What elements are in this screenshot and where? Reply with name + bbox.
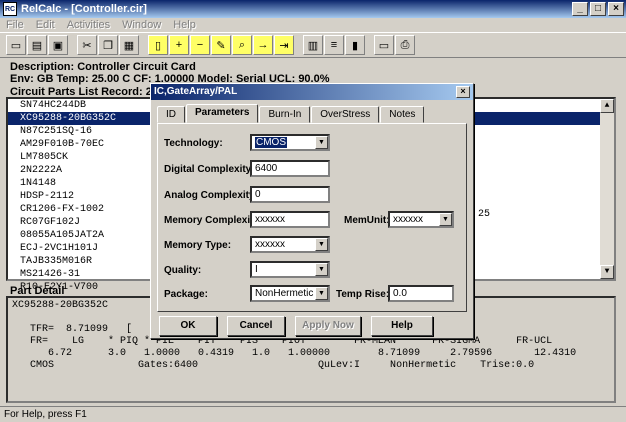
- delete-record-icon[interactable]: −: [190, 35, 210, 55]
- app-icon: RC: [3, 2, 17, 16]
- save-icon[interactable]: ▣: [48, 35, 68, 55]
- report-icon[interactable]: ≡: [324, 35, 344, 55]
- dialog-close-button[interactable]: ×: [456, 86, 470, 98]
- status-bar: For Help, press F1: [0, 406, 626, 422]
- memory-type-value: xxxxxx: [255, 239, 285, 250]
- apply-now-button[interactable]: Apply Now: [295, 316, 361, 336]
- quality-label: Quality:: [164, 265, 202, 276]
- chevron-down-icon[interactable]: ▼: [439, 213, 452, 226]
- memunit-label: MemUnit:: [344, 215, 390, 226]
- list-scrollbar[interactable]: ▲ ▼: [600, 99, 614, 279]
- chevron-down-icon[interactable]: ▼: [315, 136, 328, 149]
- cut-icon[interactable]: ✂: [77, 35, 97, 55]
- quality-select[interactable]: I ▼: [250, 261, 330, 278]
- chevron-down-icon[interactable]: ▼: [315, 263, 328, 276]
- ok-button[interactable]: OK: [159, 316, 217, 336]
- calculator-icon[interactable]: ▥: [303, 35, 323, 55]
- tab-overstress[interactable]: OverStress: [311, 106, 380, 123]
- menu-bar: File Edit Activities Window Help: [0, 18, 626, 32]
- memunit-select[interactable]: xxxxxx ▼: [388, 211, 454, 228]
- export-icon[interactable]: ⇥: [274, 35, 294, 55]
- window-title: RelCalc - [Controller.cir]: [21, 3, 147, 15]
- list-hidden-text: 25: [478, 209, 491, 220]
- main-window: RC RelCalc - [Controller.cir] _ □ × File…: [0, 0, 626, 422]
- edit-record-icon[interactable]: ✎: [211, 35, 231, 55]
- circuit-info: Description: Controller Circuit Card Env…: [10, 61, 330, 85]
- tab-burn-in[interactable]: Burn-In: [259, 106, 311, 123]
- analog-complexity-label: Analog Complexity:: [164, 190, 258, 201]
- tab-id[interactable]: ID: [157, 106, 185, 123]
- menu-file[interactable]: File: [0, 19, 30, 31]
- dialog-title: IC,GateArray/PAL: [151, 84, 473, 100]
- technology-label: Technology:: [164, 138, 223, 149]
- monitor-icon[interactable]: ▭: [374, 35, 394, 55]
- memory-complexity-label: Memory Complexity:: [164, 215, 263, 226]
- find-icon[interactable]: ⌕: [232, 35, 252, 55]
- open-folder-icon[interactable]: ▤: [27, 35, 47, 55]
- new-file-icon[interactable]: ▭: [6, 35, 26, 55]
- quality-value: I: [255, 264, 258, 275]
- digital-complexity-label: Digital Complexity:: [164, 164, 255, 175]
- scroll-down-icon[interactable]: ▼: [600, 265, 614, 279]
- menu-edit[interactable]: Edit: [30, 19, 61, 31]
- menu-help[interactable]: Help: [167, 19, 202, 31]
- description-text: Description: Controller Circuit Card: [10, 61, 196, 73]
- gatearray-dialog: IC,GateArray/PAL × ID Parameters Burn-In…: [150, 83, 474, 339]
- technology-value: CMOS: [255, 137, 287, 148]
- paste-icon[interactable]: ▦: [119, 35, 139, 55]
- memory-type-label: Memory Type:: [164, 240, 232, 251]
- help-button[interactable]: Help: [371, 316, 433, 336]
- memory-complexity-input[interactable]: xxxxxx: [250, 211, 330, 228]
- maximize-button[interactable]: □: [590, 2, 606, 16]
- minimize-button[interactable]: _: [572, 2, 588, 16]
- chevron-down-icon[interactable]: ▼: [315, 287, 328, 300]
- temp-rise-input[interactable]: 0.0: [388, 285, 454, 302]
- dialog-tabs: ID Parameters Burn-In OverStress Notes: [157, 104, 425, 123]
- scroll-up-icon[interactable]: ▲: [600, 99, 614, 113]
- goto-icon[interactable]: →: [253, 35, 273, 55]
- menu-window[interactable]: Window: [116, 19, 167, 31]
- menu-activities[interactable]: Activities: [61, 19, 116, 31]
- title-bar: RC RelCalc - [Controller.cir] _ □ ×: [0, 0, 626, 18]
- print-icon[interactable]: ⎙: [395, 35, 415, 55]
- package-label: Package:: [164, 289, 208, 300]
- detail-line: CMOS Gates:6400 QuLev:I NonHermetic Tris…: [12, 360, 535, 371]
- analog-complexity-input[interactable]: 0: [250, 186, 330, 203]
- cancel-button[interactable]: Cancel: [227, 316, 285, 336]
- memory-type-select[interactable]: xxxxxx ▼: [250, 236, 330, 253]
- add-record-icon[interactable]: +: [169, 35, 189, 55]
- copy-icon[interactable]: ❐: [98, 35, 118, 55]
- detail-line: 6.72 3.0 1.0000 0.4319 1.0 1.00000 8.710…: [12, 348, 577, 359]
- record-icon[interactable]: ▯: [148, 35, 168, 55]
- toolbar: ▭ ▤ ▣ ✂ ❐ ▦ ▯ + − ✎ ⌕ → ⇥ ▥ ≡ ▮ ▭ ⎙: [0, 32, 626, 58]
- temp-rise-label: Temp Rise:: [336, 289, 390, 300]
- parameters-panel: Technology: CMOS ▼ Digital Complexity: 6…: [157, 123, 467, 312]
- close-button[interactable]: ×: [608, 2, 624, 16]
- package-select[interactable]: NonHermetic ▼: [250, 285, 330, 302]
- technology-select[interactable]: CMOS ▼: [250, 134, 330, 151]
- chart-icon[interactable]: ▮: [345, 35, 365, 55]
- chevron-down-icon[interactable]: ▼: [315, 238, 328, 251]
- digital-complexity-input[interactable]: 6400: [250, 160, 330, 177]
- tab-notes[interactable]: Notes: [380, 106, 425, 123]
- memunit-value: xxxxxx: [393, 214, 423, 225]
- package-value: NonHermetic: [255, 288, 314, 299]
- tab-parameters[interactable]: Parameters: [186, 104, 259, 123]
